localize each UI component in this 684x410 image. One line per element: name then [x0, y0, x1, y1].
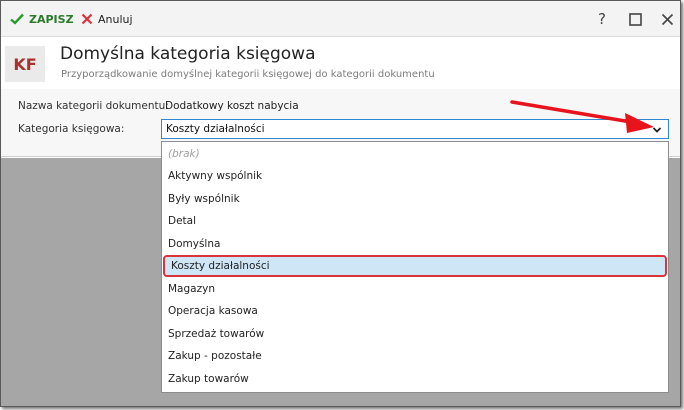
accounting-category-select[interactable]: Koszty działalności — [161, 119, 669, 139]
check-icon — [10, 13, 24, 25]
dropdown-option-selected[interactable]: Koszty działalności — [163, 255, 667, 277]
cancel-label: Anuluj — [98, 12, 133, 26]
dropdown-option[interactable]: Domyślna — [162, 233, 668, 255]
close-icon — [661, 13, 673, 25]
dropdown-option[interactable]: (brak) — [162, 143, 668, 165]
toolbar: ZAPISZ Anuluj ? — [1, 1, 680, 37]
save-button[interactable]: ZAPISZ — [10, 11, 74, 27]
help-button[interactable]: ? — [592, 10, 612, 28]
square-icon — [628, 12, 642, 26]
document-category-value: Dodatkowy koszt nabycia — [165, 100, 299, 112]
save-label: ZAPISZ — [29, 12, 74, 26]
help-icon: ? — [598, 10, 606, 28]
dropdown-option[interactable]: Sprzedaż towarów — [162, 323, 668, 345]
module-badge: KF — [5, 46, 45, 82]
cancel-button[interactable]: Anuluj — [81, 11, 133, 27]
close-button[interactable] — [657, 10, 677, 28]
select-value: Koszty działalności — [166, 123, 265, 135]
accounting-category-label: Kategoria księgowa: — [18, 123, 125, 135]
dropdown-list: (brak) Aktywny wspólnik Były wspólnik De… — [161, 141, 669, 393]
dropdown-option[interactable]: Aktywny wspólnik — [162, 165, 668, 187]
page-subtitle: Przyporządkowanie domyślnej kategorii ks… — [61, 69, 435, 80]
dialog-window: ZAPISZ Anuluj ? KF Domyślna kategoria ks… — [0, 0, 681, 407]
x-icon — [81, 13, 93, 25]
page-title: Domyślna kategoria księgowa — [60, 44, 316, 64]
chevron-down-icon[interactable] — [652, 125, 662, 135]
dropdown-option[interactable]: Magazyn — [162, 278, 668, 300]
dropdown-option[interactable]: Zakup - pozostałe — [162, 345, 668, 367]
document-category-label: Nazwa kategorii dokumentu: — [18, 100, 169, 112]
dialog-header: KF Domyślna kategoria księgowa Przyporzą… — [1, 38, 680, 86]
maximize-button[interactable] — [625, 10, 645, 28]
dropdown-option[interactable]: Zakup towarów — [162, 368, 668, 390]
dropdown-option[interactable]: Detal — [162, 210, 668, 232]
dropdown-option[interactable]: Były wspólnik — [162, 188, 668, 210]
dropdown-option[interactable]: Operacja kasowa — [162, 300, 668, 322]
